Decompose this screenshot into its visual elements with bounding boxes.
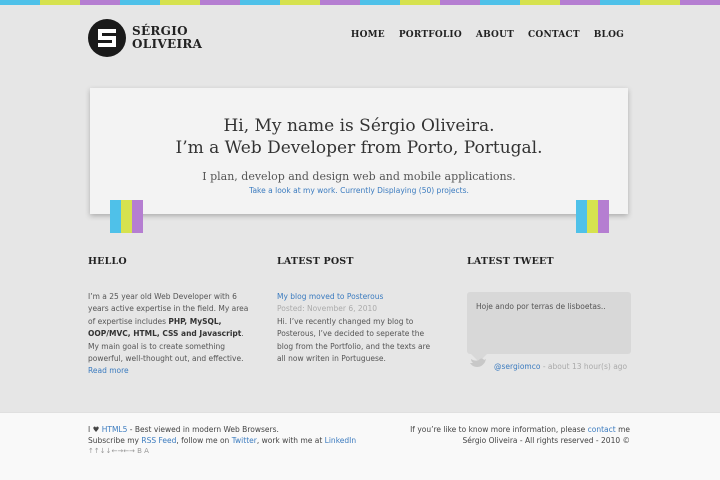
- stripe-segment: [0, 0, 40, 5]
- right-ribbon: [576, 200, 609, 233]
- tweet-time: - about 13 hour(s) ago: [542, 362, 628, 371]
- tweet-text: Hoje ando por terras de lisboetas..: [476, 302, 606, 311]
- read-more-link[interactable]: Read more: [88, 366, 129, 375]
- stripe-segment: [120, 0, 160, 5]
- linkedin-link[interactable]: LinkedIn: [325, 436, 356, 445]
- hero-line1: Hi, My name is Sérgio Oliveira.: [223, 116, 495, 136]
- hello-text: I’m a 25 year old Web Developer with 6 y…: [88, 291, 252, 378]
- stripe-segment: [600, 0, 640, 5]
- footer-info-text: If you’re like to know more information,…: [410, 425, 588, 434]
- ribbon-stripe-lime: [587, 200, 598, 233]
- stripe-segment: [240, 0, 280, 5]
- footer-line2: Subscribe my RSS Feed, follow me on Twit…: [88, 435, 356, 446]
- site-footer: I ♥ HTML5 - Best viewed in modern Web Br…: [0, 412, 720, 480]
- tweet-bubble: Hoje ando por terras de lisboetas..: [467, 292, 631, 354]
- portfolio-link[interactable]: Take a look at my work. Currently Displa…: [90, 186, 628, 195]
- stripe-segment: [680, 0, 720, 5]
- top-color-stripe: [0, 0, 720, 5]
- footer-work-text: , work with me at: [256, 436, 325, 445]
- stripe-segment: [560, 0, 600, 5]
- rss-feed-link[interactable]: RSS Feed: [141, 436, 176, 445]
- hero-tagline: I plan, develop and design web and mobil…: [202, 170, 516, 183]
- konami-code-text: ↑↑↓↓←→←→ B A: [88, 447, 149, 455]
- stripe-segment: [640, 0, 680, 5]
- footer-subscribe-text: Subscribe my: [88, 436, 142, 445]
- twitter-link[interactable]: Twitter: [232, 436, 257, 445]
- footer-follow-text: , follow me on: [176, 436, 232, 445]
- tweet-meta: @sergiomco - about 13 hour(s) ago: [494, 362, 627, 371]
- stripe-segment: [520, 0, 560, 5]
- stripe-segment: [320, 0, 360, 5]
- latest-post-column: LATEST POST My blog moved to Posterous P…: [277, 256, 441, 365]
- footer-right: If you’re like to know more information,…: [410, 424, 630, 446]
- stripe-segment: [40, 0, 80, 5]
- nav-portfolio[interactable]: PORTFOLIO: [399, 30, 462, 40]
- stripe-segment: [440, 0, 480, 5]
- stripe-segment: [480, 0, 520, 5]
- stripe-segment: [160, 0, 200, 5]
- ribbon-stripe-purple: [132, 200, 143, 233]
- ribbon-stripe-cyan: [576, 200, 587, 233]
- ribbon-stripe-purple: [598, 200, 609, 233]
- nav-about[interactable]: ABOUT: [476, 30, 514, 40]
- stripe-segment: [200, 0, 240, 5]
- stripe-segment: [360, 0, 400, 5]
- footer-line1: I ♥ HTML5 - Best viewed in modern Web Br…: [88, 424, 356, 435]
- copyright-text: Sérgio Oliveira - All rights reserved - …: [462, 436, 631, 445]
- footer-left: I ♥ HTML5 - Best viewed in modern Web Br…: [88, 424, 356, 457]
- hello-column: HELLO I’m a 25 year old Web Developer wi…: [88, 256, 252, 378]
- left-ribbon: [110, 200, 143, 233]
- footer-browsers-text: - Best viewed in modern Web Browsers.: [127, 425, 279, 434]
- nav-contact[interactable]: CONTACT: [528, 30, 580, 40]
- latest-tweet-title: LATEST TWEET: [467, 256, 554, 267]
- site-logo[interactable]: SÉRGIO OLIVEIRA: [88, 19, 202, 57]
- post-title-link[interactable]: My blog moved to Posterous: [277, 292, 383, 301]
- tweet-handle-link[interactable]: @sergiomco: [494, 362, 540, 371]
- footer-me-text: me: [615, 425, 630, 434]
- html5-link[interactable]: HTML5: [102, 425, 128, 434]
- hero-heading: Hi, My name is Sérgio Oliveira. I’m a We…: [90, 115, 628, 159]
- hero-card: Hi, My name is Sérgio Oliveira. I’m a We…: [90, 88, 628, 214]
- footer-love-text: I ♥: [88, 425, 102, 434]
- stripe-segment: [400, 0, 440, 5]
- logo-text: SÉRGIO OLIVEIRA: [132, 25, 202, 51]
- stripe-segment: [280, 0, 320, 5]
- footer-contact-line: If you’re like to know more information,…: [410, 424, 630, 435]
- twitter-bird-icon: [470, 358, 486, 367]
- stripe-segment: [80, 0, 120, 5]
- main-nav: HOME PORTFOLIO ABOUT CONTACT BLOG: [351, 30, 624, 40]
- post-date: Posted: November 6, 2010: [277, 304, 378, 314]
- logo-mark-icon: [88, 19, 126, 57]
- post-excerpt: Hi. I’ve recently changed my blog to Pos…: [277, 316, 431, 364]
- hero-line2: I’m a Web Developer from Porto, Portugal…: [175, 138, 543, 158]
- hello-title: HELLO: [88, 256, 127, 267]
- ribbon-stripe-cyan: [110, 200, 121, 233]
- nav-home[interactable]: HOME: [351, 30, 385, 40]
- latest-tweet-column: LATEST TWEET: [467, 256, 631, 267]
- logo-line2: OLIVEIRA: [132, 37, 203, 51]
- contact-link[interactable]: contact: [588, 425, 616, 434]
- ribbon-stripe-lime: [121, 200, 132, 233]
- latest-post-title: LATEST POST: [277, 256, 354, 267]
- nav-blog[interactable]: BLOG: [594, 30, 624, 40]
